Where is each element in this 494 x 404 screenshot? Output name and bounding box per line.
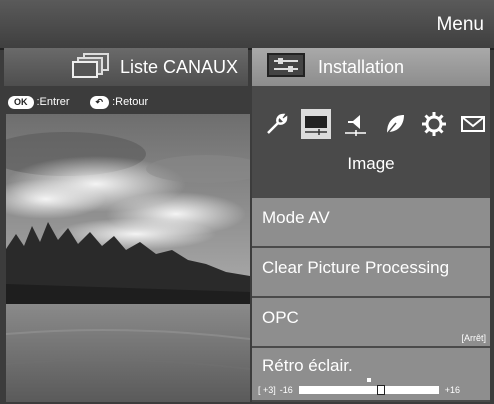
return-hint-text: :Retour <box>112 96 149 108</box>
menu-item-clear-picture-processing[interactable]: Clear Picture Processing <box>252 248 490 296</box>
envelope-icon[interactable] <box>458 109 488 139</box>
category-icon-bar <box>262 106 488 142</box>
backlight-center-marker <box>367 378 371 382</box>
menu-item-label: Clear Picture Processing <box>262 258 450 277</box>
menu-item-value: [Arrêt] <box>461 333 486 343</box>
backlight-min-label: -16 <box>279 385 293 395</box>
menu-item-backlight[interactable]: Rétro éclair. [ +3] -16 +16 <box>252 348 490 400</box>
menu-item-label: Rétro éclair. <box>262 356 353 375</box>
tab-channel-list-label: Liste CANAUX <box>119 56 238 77</box>
header-bar: Menu <box>0 0 494 50</box>
channel-list-icon <box>71 52 112 83</box>
return-key-badge: ↶ <box>89 95 110 109</box>
menu-item-label: OPC <box>262 308 299 327</box>
backlight-slider[interactable] <box>298 385 439 395</box>
ok-hint-text: :Entrer <box>36 96 70 108</box>
leaf-icon[interactable] <box>380 109 410 139</box>
ok-key-badge: OK <box>8 95 34 109</box>
wrench-icon[interactable] <box>262 109 292 139</box>
tab-installation-label: Installation <box>318 56 405 77</box>
menu-title: Menu <box>436 14 484 35</box>
preview-image <box>6 114 250 402</box>
menu-item-label: Mode AV <box>262 208 330 227</box>
menu-item-opc[interactable]: OPC [Arrêt] <box>252 298 490 346</box>
backlight-current-value: [ +3] <box>258 385 276 395</box>
backlight-max-label: +16 <box>444 385 461 395</box>
picture-icon[interactable] <box>301 109 332 139</box>
menu-item-mode-av[interactable]: Mode AV <box>252 198 490 246</box>
gear-icon[interactable] <box>419 109 449 139</box>
backlight-slider-knob[interactable] <box>377 385 386 395</box>
section-title: Image <box>347 154 395 173</box>
installation-icon <box>266 52 306 83</box>
speaker-icon[interactable] <box>340 109 370 139</box>
tab-installation[interactable]: Installation <box>252 48 490 86</box>
key-hints: OK :Entrer ↶ :Retour <box>8 92 248 112</box>
tab-channel-list[interactable]: Liste CANAUX <box>4 48 248 86</box>
backlight-slider-row: [ +3] -16 +16 <box>258 384 486 396</box>
